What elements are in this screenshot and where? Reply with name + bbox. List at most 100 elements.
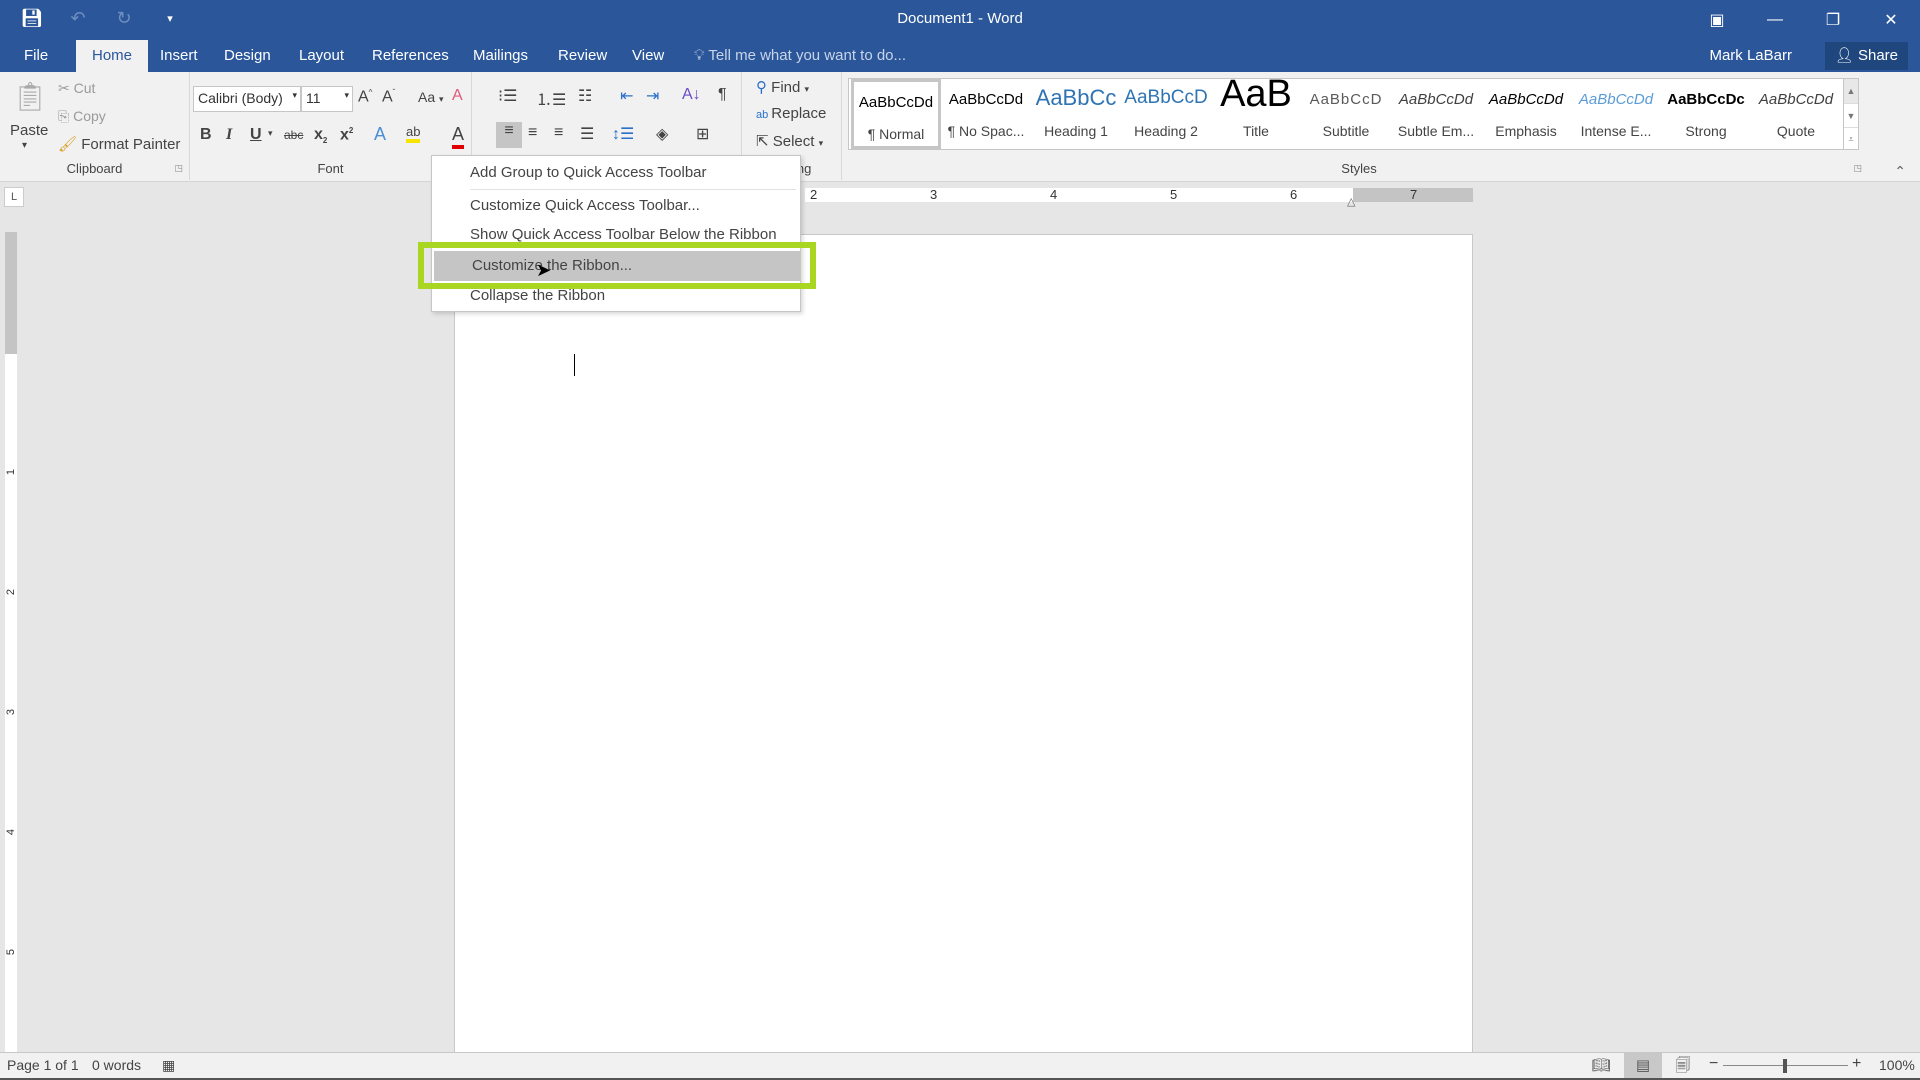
borders-icon[interactable]: ⊞ (696, 124, 709, 144)
change-case-button[interactable]: Aa ▾ (418, 89, 444, 105)
align-right-icon[interactable]: ≡ (554, 124, 563, 142)
style-quote[interactable]: AaBbCcDd Quote (1751, 79, 1841, 149)
style-intense-emphasis[interactable]: AaBbCcDd Intense E... (1571, 79, 1661, 149)
zoom-in-icon[interactable]: + (1852, 1055, 1861, 1073)
zoom-slider-thumb[interactable] (1783, 1059, 1787, 1073)
shrink-font-icon[interactable]: Aˇ (382, 88, 395, 106)
scroll-up-icon[interactable]: ▲ (1844, 79, 1858, 103)
tab-view[interactable]: View (620, 40, 676, 72)
zoom-out-icon[interactable]: − (1709, 1055, 1718, 1073)
ruler-number: 3 (5, 708, 17, 716)
justify-icon[interactable]: ☰ (580, 124, 594, 144)
select-button[interactable]: ⇱ Select ▾ (756, 132, 823, 150)
tab-file[interactable]: File (12, 40, 60, 72)
tab-mailings[interactable]: Mailings (461, 40, 540, 72)
increase-indent-icon[interactable]: ⇥ (646, 86, 659, 106)
styles-gallery-scrollbar[interactable]: ▲ ▼ ⩡ (1843, 78, 1859, 150)
text-effects-icon[interactable]: A (374, 124, 386, 145)
tell-me-search[interactable]: 💡︎ Tell me what you want to do... (694, 40, 906, 72)
vertical-ruler[interactable] (5, 232, 17, 1052)
sort-icon[interactable]: A↓ (682, 86, 701, 104)
font-color-icon[interactable]: A (452, 124, 465, 149)
highlight-annotation-box (418, 242, 816, 289)
read-mode-icon[interactable]: 📖︎ (1582, 1053, 1620, 1079)
format-painter-button[interactable]: 🖌︎ Format Painter (58, 135, 180, 153)
show-marks-icon[interactable]: ¶ (718, 86, 727, 104)
horizontal-ruler[interactable] (805, 188, 1353, 202)
style-strong[interactable]: AaBbCcDc Strong (1661, 79, 1751, 149)
superscript-icon[interactable]: x2 (340, 126, 353, 144)
bullets-icon[interactable]: ⁝☰ (498, 86, 517, 106)
font-name-select[interactable]: Calibri (Body) ▾ (193, 86, 301, 112)
numbering-icon[interactable]: ⒈☰ (536, 86, 566, 110)
subscript-icon[interactable]: x2 (314, 126, 327, 145)
paste-button[interactable]: Paste (10, 122, 48, 139)
tab-home[interactable]: Home (76, 40, 148, 72)
underline-icon[interactable]: U (250, 126, 262, 144)
style-normal[interactable]: AaBbCcDd ¶ Normal (851, 79, 941, 149)
share-button[interactable]: 👤︎ Share (1824, 42, 1908, 70)
underline-dropdown-icon[interactable]: ▾ (268, 128, 273, 139)
multilevel-list-icon[interactable]: ☷ (578, 86, 592, 106)
find-button[interactable]: ⚲ Find ▾ (756, 78, 809, 96)
window-controls: ▣ — ❐ ✕ (1688, 0, 1920, 40)
tab-references[interactable]: References (360, 40, 461, 72)
paste-icon[interactable]: 📋︎ (12, 80, 48, 113)
styles-launcher-icon[interactable]: ◳ (1853, 163, 1862, 174)
menu-item-customize-qat[interactable]: Customize Quick Access Toolbar... (432, 191, 800, 221)
italic-icon[interactable]: I (226, 126, 232, 144)
clear-formatting-icon[interactable]: A (452, 87, 463, 105)
ruler-number: 6 (1290, 187, 1298, 202)
align-center-icon[interactable]: ≡ (528, 124, 537, 142)
font-label: Font (317, 161, 344, 176)
tab-layout[interactable]: Layout (287, 40, 356, 72)
scissors-icon: ✂ (58, 80, 74, 96)
tab-insert[interactable]: Insert (148, 40, 210, 72)
bold-icon[interactable]: B (200, 126, 212, 144)
tab-selector[interactable]: L (4, 187, 24, 207)
print-layout-icon[interactable]: ▤ (1624, 1053, 1662, 1079)
decrease-indent-icon[interactable]: ⇤ (620, 86, 633, 106)
scroll-down-icon[interactable]: ▼ (1844, 103, 1858, 127)
close-icon[interactable]: ✕ (1862, 0, 1920, 40)
shading-icon[interactable]: ◈ (656, 124, 668, 144)
style-heading-2[interactable]: AaBbCcD Heading 2 (1121, 79, 1211, 149)
cut-button[interactable]: ✂ Cut (58, 80, 95, 97)
ruler-number: 5 (1170, 187, 1178, 202)
grow-font-icon[interactable]: A^ (358, 88, 372, 106)
proofing-icon[interactable]: ▦ (162, 1057, 175, 1074)
strikethrough-icon[interactable]: abc (284, 128, 303, 142)
style-heading-1[interactable]: AaBbCc Heading 1 (1031, 79, 1121, 149)
align-left-icon[interactable]: ≡ (496, 122, 522, 148)
style-emphasis[interactable]: AaBbCcDd Emphasis (1481, 79, 1571, 149)
minimize-icon[interactable]: — (1746, 0, 1804, 40)
ribbon-display-options-icon[interactable]: ▣ (1688, 0, 1746, 40)
menu-separator (470, 189, 796, 190)
copy-button[interactable]: ⎘ Copy (58, 108, 106, 125)
font-size-select[interactable]: 11 ▾ (301, 86, 353, 112)
menu-item-add-group-qat[interactable]: Add Group to Quick Access Toolbar (432, 158, 800, 188)
document-page[interactable] (454, 234, 1473, 1052)
line-spacing-icon[interactable]: ↕☰ (612, 124, 634, 144)
style-subtitle[interactable]: AaBbCcD Subtitle (1301, 79, 1391, 149)
right-indent-marker[interactable]: △ (1347, 195, 1355, 208)
tab-review[interactable]: Review (546, 40, 619, 72)
gallery-more-icon[interactable]: ⩡ (1844, 127, 1858, 149)
web-layout-icon[interactable]: 🗐︎ (1664, 1053, 1702, 1079)
highlight-color-icon[interactable]: ab (406, 124, 421, 143)
style-no-spacing[interactable]: AaBbCcDd ¶ No Spac... (941, 79, 1031, 149)
zoom-level[interactable]: 100% (1879, 1057, 1915, 1073)
restore-icon[interactable]: ❐ (1804, 0, 1862, 40)
word-count[interactable]: 0 words (92, 1057, 141, 1073)
page-count[interactable]: Page 1 of 1 (7, 1057, 79, 1073)
style-subtle-emphasis[interactable]: AaBbCcDd Subtle Em... (1391, 79, 1481, 149)
collapse-ribbon-icon[interactable]: ⌃ (1894, 163, 1906, 180)
style-title[interactable]: AaB Title (1211, 73, 1301, 149)
ruler-number: 2 (810, 187, 818, 202)
mouse-pointer-icon: ➤ (536, 260, 552, 280)
replace-button[interactable]: ab Replace (756, 105, 826, 122)
user-name[interactable]: Mark LaBarr (1709, 40, 1792, 72)
clipboard-launcher-icon[interactable]: ◳ (174, 163, 183, 174)
tab-design[interactable]: Design (212, 40, 283, 72)
paste-dropdown-icon[interactable]: ▾ (22, 140, 27, 151)
